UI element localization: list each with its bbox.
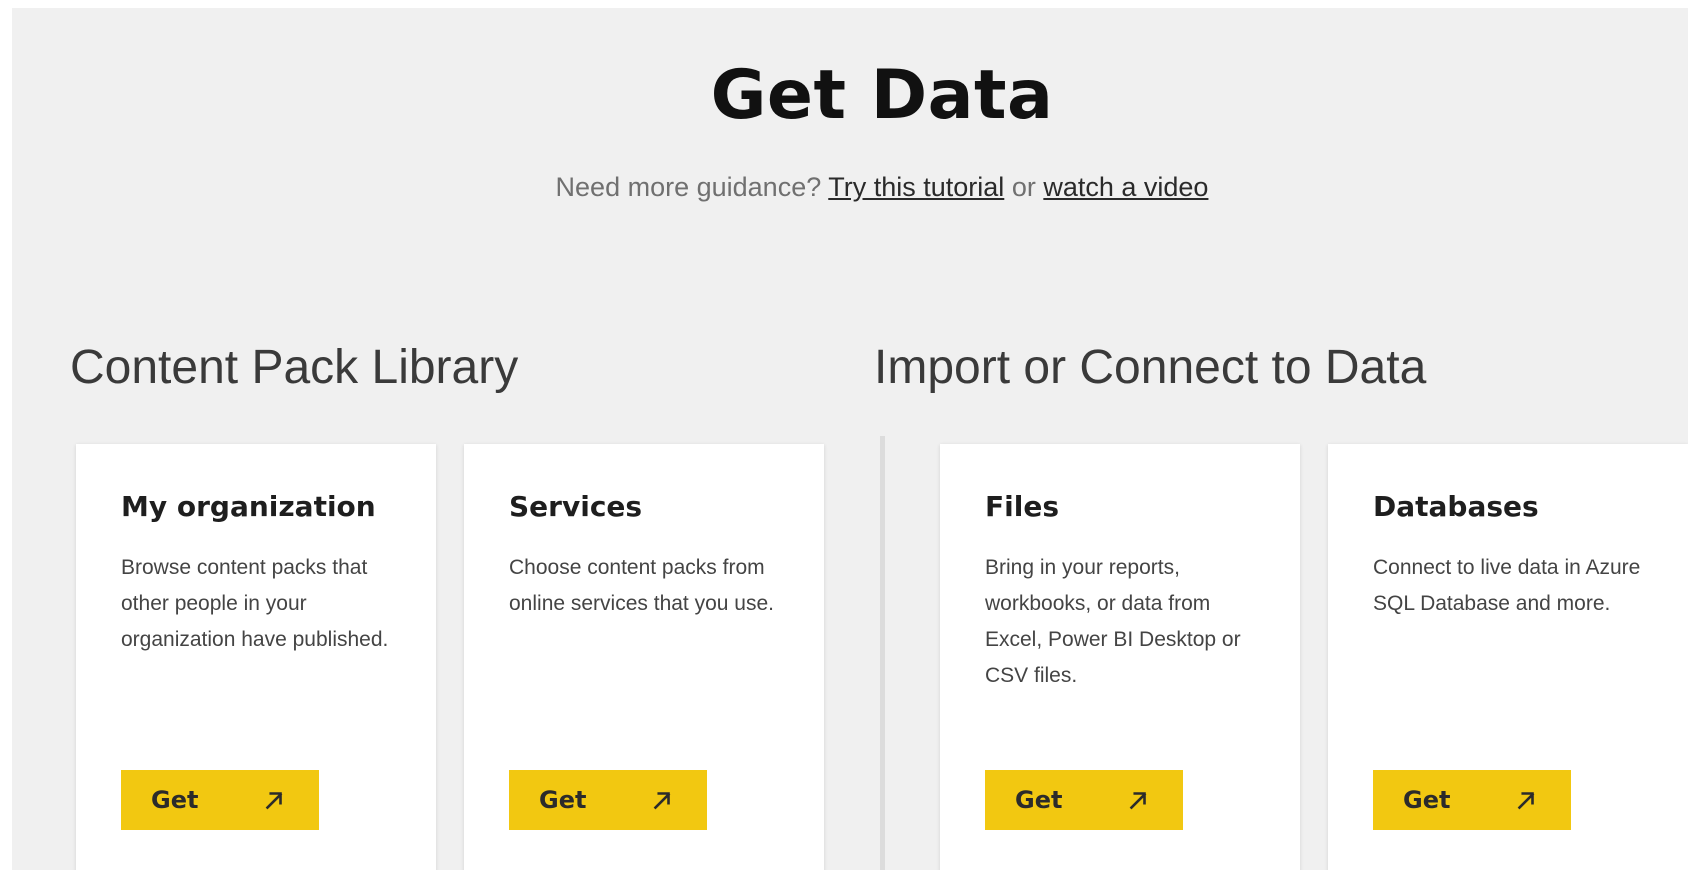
arrow-up-right-icon <box>1129 792 1147 810</box>
card-description: Browse content packs that other people i… <box>121 556 389 651</box>
card-my-organization: My organization Browse content packs tha… <box>76 444 436 870</box>
card-title: Services <box>509 490 643 523</box>
get-button-label: Get <box>1015 786 1063 814</box>
arrow-up-right-icon <box>1517 792 1535 810</box>
section-divider <box>880 436 885 870</box>
get-services-button[interactable]: Get <box>509 770 707 830</box>
get-my-organization-button[interactable]: Get <box>121 770 319 830</box>
card-title: Databases <box>1373 490 1539 523</box>
get-button-label: Get <box>539 786 587 814</box>
get-databases-button[interactable]: Get <box>1373 770 1571 830</box>
card-databases: Databases Connect to live data in Azure … <box>1328 444 1688 870</box>
get-files-button[interactable]: Get <box>985 770 1183 830</box>
page-title: Get Data <box>710 56 1054 135</box>
get-button-label: Get <box>151 786 199 814</box>
arrow-up-right-icon <box>653 792 671 810</box>
tutorial-link[interactable]: Try this tutorial <box>828 172 1004 202</box>
guidance-prefix: Need more guidance? <box>555 172 822 202</box>
guidance-line: Need more guidance? Try this tutorial or… <box>12 172 1688 203</box>
video-link[interactable]: watch a video <box>1043 172 1208 202</box>
card-title: Files <box>985 490 1059 523</box>
get-button-label: Get <box>1403 786 1451 814</box>
card-services: Services Choose content packs from onlin… <box>464 444 824 870</box>
arrow-up-right-icon <box>265 792 283 810</box>
card-files: Files Bring in your reports, workbooks, … <box>940 444 1300 870</box>
import-connect-heading: Import or Connect to Data <box>874 341 1427 394</box>
card-description: Bring in your reports, workbooks, or dat… <box>985 556 1241 687</box>
get-data-page: Get Data Need more guidance? Try this tu… <box>12 8 1688 870</box>
content-pack-library-heading: Content Pack Library <box>70 341 519 394</box>
guidance-or: or <box>1011 172 1036 202</box>
card-description: Choose content packs from online service… <box>509 556 774 615</box>
card-title: My organization <box>121 490 376 523</box>
card-description: Connect to live data in Azure SQL Databa… <box>1373 556 1641 615</box>
